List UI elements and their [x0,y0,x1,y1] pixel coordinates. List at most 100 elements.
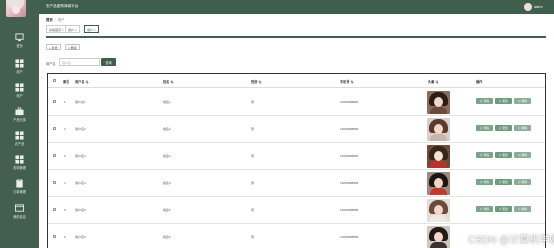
search-input[interactable]: 用户名 [59,58,100,66]
sidebar-item-label: 首页 [16,44,23,48]
cell-username: 用户名2 [75,127,86,131]
delete-button[interactable]: × 删除 [65,44,80,50]
grid-icon [15,155,24,164]
detail-button[interactable]: ⊙ 详情 [476,206,493,212]
table-header: 索引 用户名 ⇅ 姓名 ⇅ 性别 ⇅ 手机号 ⇅ 头像 ⇅ 操作 [48,74,545,88]
sidebar-item-category[interactable]: 产品分类 [0,107,39,122]
cell-phone: 13823888882 [340,127,359,131]
user-photo [427,145,450,168]
user-avatar[interactable] [524,3,532,11]
user-photo [427,172,450,195]
tab-user-active[interactable]: 用户 × [84,25,99,33]
header-index: 索引 [63,80,70,84]
cell-phone: 13823888885 [340,208,359,212]
detail-button[interactable]: ⊙ 详情 [476,179,493,185]
search-button[interactable]: 查询 [101,58,116,66]
delete-row-button[interactable]: ⊙ 删除 [514,98,531,104]
table-row: 1 用户名1 姓名1 男 13823888881 ⊙ 详情 ⊙ 更新 ⊙ 删除 [48,89,545,116]
sidebar-item-label: 商户 [16,94,23,98]
sidebar-item-label: 农场管理 [13,166,26,170]
tab-divider [46,36,546,38]
cell-name: 姓名5 [163,208,171,212]
delete-row-button[interactable]: ⊙ 删除 [514,179,531,185]
top-bar: 农产品团购商城平台 admin [39,0,554,14]
breadcrumb: 首页 / 用户 [46,17,65,22]
sidebar-item-label: 农产品 [14,142,25,146]
computer-icon [15,33,24,42]
select-all-checkbox[interactable] [53,79,56,82]
cell-username: 用户名4 [75,181,86,185]
edit-button[interactable]: ⊙ 更新 [495,179,512,185]
row-checkbox[interactable] [53,127,56,130]
sidebar: 首页 用户 商户 产品分类 农产品 农场管理 订单管理 我的信息 [0,0,39,248]
header-avatar[interactable]: 头像 ⇅ [428,79,438,84]
cell-username: 用户名5 [75,208,86,212]
cell-phone: 13823888884 [340,181,359,185]
sidebar-item-home[interactable]: 首页 [0,33,39,48]
detail-button[interactable]: ⊙ 详情 [476,152,493,158]
cell-index: 2 [64,127,66,131]
tab-user[interactable]: 用户 × [65,25,80,33]
tab-home[interactable]: 系统首页 × [46,25,67,33]
app-title: 农产品团购商城平台 [46,4,79,8]
detail-button[interactable]: ⊙ 详情 [476,98,493,104]
cell-name: 姓名1 [163,100,171,104]
cell-phone: 13823888886 [340,235,359,239]
detail-button[interactable]: ⊙ 详情 [476,125,493,131]
edit-button[interactable]: ⊙ 更新 [495,98,512,104]
grid-icon [15,131,24,140]
cell-phone: 13823888881 [340,100,359,104]
breadcrumb-current: 用户 [57,18,65,22]
briefcase-icon [15,107,24,116]
user-table: 索引 用户名 ⇅ 姓名 ⇅ 性别 ⇅ 手机号 ⇅ 头像 ⇅ 操作 1 用户名1 … [47,73,546,248]
sidebar-item-profile[interactable]: 我的信息 [0,204,39,219]
edit-button[interactable]: ⊙ 更新 [495,152,512,158]
header-gender[interactable]: 性别 ⇅ [251,79,261,84]
admin-avatar [6,0,26,17]
cell-index: 5 [64,208,66,212]
cell-gender: 男 [251,235,255,239]
table-row: 5 用户名5 姓名5 男 13823888885 ⊙ 详情 ⊙ 更新 ⊙ 删除 [48,197,545,224]
header-username[interactable]: 用户名 ⇅ [75,79,89,84]
search-label: 用户名 [46,62,56,66]
delete-row-button[interactable]: ⊙ 删除 [514,206,531,212]
cell-username: 用户名6 [75,235,86,239]
cell-name: 姓名4 [163,181,171,185]
sidebar-item-merchant[interactable]: 商户 [0,83,39,98]
row-checkbox[interactable] [53,154,56,157]
delete-row-button[interactable]: ⊙ 删除 [514,152,531,158]
cell-gender: 男 [251,181,255,185]
sidebar-item-product[interactable]: 农产品 [0,131,39,146]
delete-row-button[interactable]: ⊙ 删除 [514,125,531,131]
row-checkbox[interactable] [53,100,56,103]
cell-gender: 男 [251,127,255,131]
edit-button[interactable]: ⊙ 更新 [495,206,512,212]
sidebar-item-user[interactable]: 用户 [0,59,39,74]
header-phone[interactable]: 手机号 ⇅ [340,79,354,84]
cell-username: 用户名1 [75,100,86,104]
sidebar-item-orders[interactable]: 订单管理 [0,179,39,194]
watermark: CSDN @计算机学姐 [468,235,554,246]
sidebar-item-farm[interactable]: 农场管理 [0,155,39,170]
edit-button[interactable]: ⊙ 更新 [495,125,512,131]
cell-name: 姓名3 [163,154,171,158]
row-checkbox[interactable] [53,181,56,184]
user-photo [427,199,450,222]
cell-gender: 男 [251,154,255,158]
header-actions: 操作 [476,80,483,84]
row-checkbox[interactable] [53,208,56,211]
cell-phone: 13823888883 [340,154,359,158]
table-row: 3 用户名3 姓名3 男 13823888883 ⊙ 详情 ⊙ 更新 ⊙ 删除 [48,143,545,170]
add-button[interactable]: + 新增 [46,44,61,50]
sidebar-item-label: 订单管理 [13,190,26,194]
breadcrumb-home[interactable]: 首页 [46,18,53,22]
username-label[interactable]: admin [534,5,543,9]
row-checkbox[interactable] [53,235,56,238]
sidebar-item-label: 用户 [16,70,23,74]
header-name[interactable]: 姓名 ⇅ [163,79,173,84]
cell-name: 姓名2 [163,127,171,131]
monitor-icon [15,204,24,212]
cell-index: 6 [64,235,66,239]
cell-gender: 男 [251,100,255,104]
user-photo [427,226,450,248]
